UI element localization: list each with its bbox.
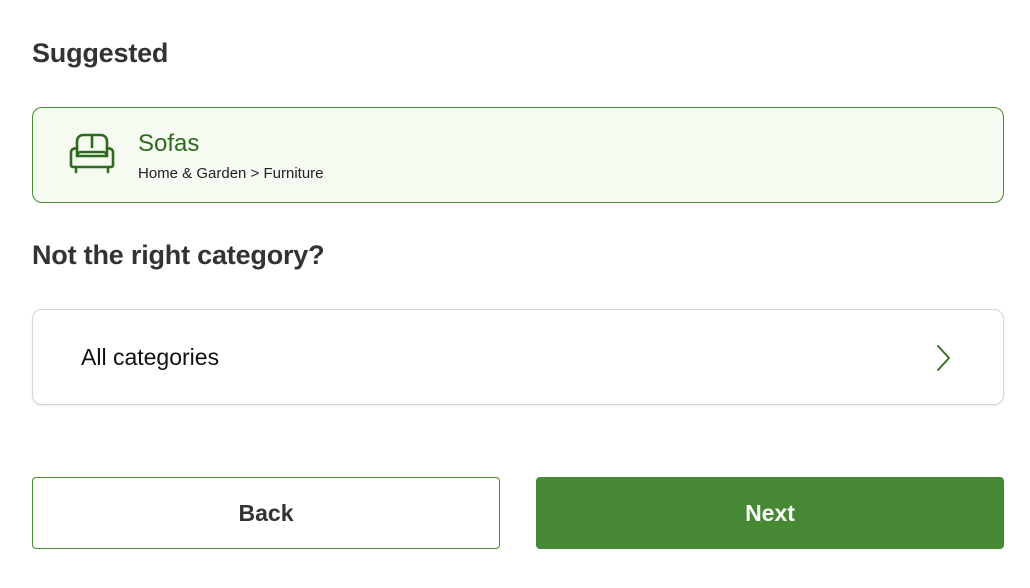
all-categories-label: All categories bbox=[81, 344, 220, 370]
suggested-category-card[interactable]: Sofas Home & Garden > Furniture bbox=[32, 107, 1004, 203]
all-categories-row[interactable]: All categories bbox=[32, 309, 1004, 405]
suggested-category-title: Sofas bbox=[138, 130, 200, 157]
suggested-category-path: Home & Garden > Furniture bbox=[138, 165, 324, 182]
suggested-heading: Suggested bbox=[32, 38, 169, 68]
next-button[interactable]: Next bbox=[536, 477, 1004, 549]
category-selection-page: Suggested Sofas Home & Garden > Furnitur… bbox=[0, 0, 1030, 588]
not-right-category-heading: Not the right category? bbox=[32, 240, 325, 270]
back-button[interactable]: Back bbox=[32, 477, 500, 549]
